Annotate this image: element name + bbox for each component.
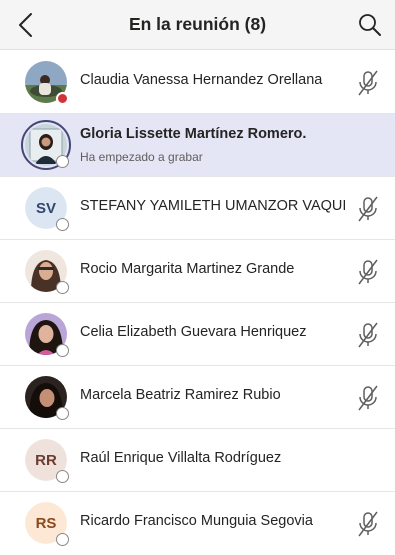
mic-off-icon[interactable]: [355, 69, 381, 97]
participant-row[interactable]: Marcela Beatriz Ramirez Rubio: [0, 366, 395, 429]
participant-row-active[interactable]: Gloria Lissette Martínez Romero. Ha empe…: [0, 114, 395, 177]
presence-offline-indicator: [56, 155, 69, 168]
participant-name: Rocio Margarita Martinez Grande: [80, 261, 295, 277]
participant-name: Raúl Enrique Villalta Rodríguez: [80, 450, 282, 466]
participant-name: Ricardo Francisco Munguia Segovia: [80, 513, 313, 529]
avatar: [25, 313, 69, 357]
participant-row[interactable]: Celia Elizabeth Guevara Henriquez: [0, 303, 395, 366]
participant-row[interactable]: RS Ricardo Francisco Munguia Segovia: [0, 492, 395, 555]
avatar: [25, 61, 69, 105]
participant-name: Claudia Vanessa Hernandez Orellana: [80, 72, 323, 88]
presence-offline-indicator: [56, 407, 69, 420]
avatar: RS: [25, 502, 69, 546]
mic-off-icon[interactable]: [355, 258, 381, 286]
presence-offline-indicator: [56, 281, 69, 294]
participant-name: STEFANY YAMILETH UMANZOR VAQUIZ: [80, 198, 345, 214]
search-icon[interactable]: [357, 12, 383, 38]
participant-list: Claudia Vanessa Hernandez Orellana Glori…: [0, 51, 395, 555]
avatar: [21, 120, 71, 170]
mic-off-icon[interactable]: [355, 321, 381, 349]
participant-row[interactable]: RR Raúl Enrique Villalta Rodríguez: [0, 429, 395, 492]
presence-offline-indicator: [56, 470, 69, 483]
presence-busy-indicator: [56, 92, 69, 105]
participant-row[interactable]: Claudia Vanessa Hernandez Orellana: [0, 51, 395, 114]
mic-off-icon[interactable]: [355, 510, 381, 538]
mic-off-icon[interactable]: [355, 195, 381, 223]
participant-name: Celia Elizabeth Guevara Henriquez: [80, 324, 307, 340]
avatar: [25, 376, 69, 420]
participant-row[interactable]: Rocio Margarita Martinez Grande: [0, 240, 395, 303]
participant-row[interactable]: SV STEFANY YAMILETH UMANZOR VAQUIZ: [0, 177, 395, 240]
presence-offline-indicator: [56, 218, 69, 231]
avatar: [25, 250, 69, 294]
avatar: RR: [25, 439, 69, 483]
page-title: En la reunión (8): [128, 14, 267, 34]
app-header: En la reunión (8): [0, 0, 395, 50]
avatar: SV: [25, 187, 69, 231]
participant-name: Marcela Beatriz Ramirez Rubio: [80, 387, 281, 403]
mic-off-icon[interactable]: [355, 384, 381, 412]
presence-offline-indicator: [56, 344, 69, 357]
participant-status: Ha empezado a grabar: [80, 150, 203, 164]
participant-name: Gloria Lissette Martínez Romero.: [80, 126, 307, 142]
